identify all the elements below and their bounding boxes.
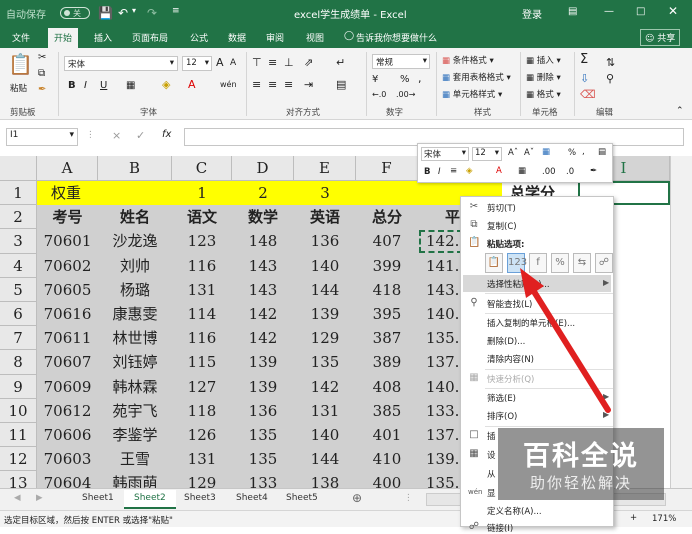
annotation-arrow bbox=[520, 268, 611, 413]
